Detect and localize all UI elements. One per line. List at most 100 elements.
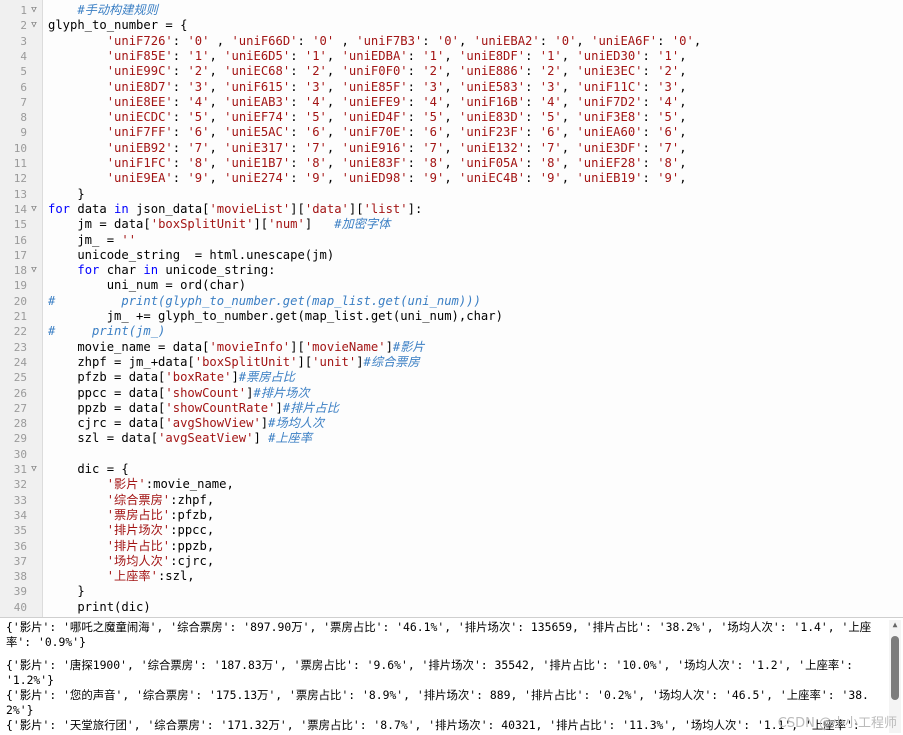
string-token: '1' <box>657 48 680 63</box>
code-token: , <box>326 64 342 79</box>
code-text: print(dic) <box>48 600 150 615</box>
line-number: 26 <box>13 386 27 400</box>
code-token: ppcc = data[ <box>48 385 166 400</box>
line-number: 33 <box>13 493 27 507</box>
code-token: :ppcc, <box>170 523 215 538</box>
code-token: glyph_to_number = { <box>48 18 188 33</box>
line-number: 22 <box>13 325 27 339</box>
string-token: 'uniEB92' <box>106 140 173 155</box>
code-text: 'uniE8D7': '3', 'uniF615': '3', 'uniE85F… <box>48 80 687 95</box>
string-token: 'uniE3EC' <box>576 64 643 79</box>
comment-token: #影片 <box>392 339 425 354</box>
string-token: 'uniE583' <box>459 79 526 94</box>
string-token: '5' <box>187 110 210 125</box>
string-token: '1' <box>539 48 562 63</box>
line-number: 30 <box>13 447 27 461</box>
code-text: uni_num = ord(char) <box>48 278 246 293</box>
line-number: 35 <box>13 524 27 538</box>
string-token: '5' <box>657 110 680 125</box>
comment-token: #票房占比 <box>238 370 295 385</box>
string-token: '3' <box>187 79 210 94</box>
string-token: 'uniEF28' <box>576 156 643 170</box>
code-text: cjrc = data['avgShowView']#场均人次 <box>48 416 324 431</box>
code-token: : <box>525 125 540 140</box>
code-token: , <box>209 94 225 109</box>
code-token: , <box>561 156 577 170</box>
string-token: 'uniF16B' <box>459 94 526 109</box>
string-token: '6' <box>187 125 210 140</box>
code-editor[interactable]: 1 ▽ #手动构建规则 2 ▽ glyph_to_number = {3 'uniF72… <box>0 0 903 618</box>
code-token: : <box>525 48 540 63</box>
output-line: {'影片': '天堂旅行团', '综合票房': '171.32万', '票房占比… <box>6 718 860 732</box>
string-token: '0' <box>671 33 694 48</box>
string-token: 'uniEF74' <box>224 110 291 125</box>
string-token: 'uniE8DF' <box>459 48 526 63</box>
scrollbar-thumb[interactable] <box>891 636 899 700</box>
code-token: : <box>407 140 423 155</box>
code-line: 25 pfzb = data['boxRate']#票房占比 <box>0 370 903 385</box>
code-line: 3 'uniF726': '0' , 'uniF66D': '0' , 'uni… <box>0 34 903 49</box>
code-token: : <box>407 94 423 109</box>
code-token: ][ <box>348 201 364 216</box>
code-token: , <box>561 48 577 63</box>
code-text: '影片':movie_name, <box>48 477 234 492</box>
code-token: :zhpf, <box>170 492 215 507</box>
fold-toggle-icon[interactable]: ▽ <box>28 263 40 278</box>
code-text: pfzb = data['boxRate']#票房占比 <box>48 370 295 385</box>
code-token: : <box>407 79 423 94</box>
string-token: '7' <box>422 140 445 155</box>
line-number: 20 <box>13 294 27 308</box>
code-token: : <box>642 64 658 79</box>
keyword-token: for <box>48 201 71 216</box>
string-token: '6' <box>539 125 562 140</box>
string-token: '8' <box>187 156 210 170</box>
code-line: 7 'uniE8EE': '4', 'uniEAB3': '4', 'uniEF… <box>0 95 903 110</box>
code-token: , <box>209 33 232 48</box>
code-line: 34 '票房占比':pfzb, <box>0 508 903 523</box>
code-line: 24 zhpf = jm_+data['boxSplitUnit']['unit… <box>0 355 903 370</box>
code-token: : <box>290 94 305 109</box>
fold-toggle-icon[interactable]: ▽ <box>28 3 40 18</box>
line-number: 8 <box>20 111 27 125</box>
code-line: 9 'uniF7FF': '6', 'uniE5AC': '6', 'uniF7… <box>0 125 903 140</box>
code-token: , <box>209 140 225 155</box>
line-number: 27 <box>13 401 27 415</box>
code-text: 'uniF1FC': '8', 'uniE1B7': '8', 'uniE83F… <box>48 156 687 171</box>
fold-toggle-icon[interactable]: ▽ <box>28 18 40 33</box>
line-number: 21 <box>13 310 27 323</box>
fold-toggle-icon[interactable]: ▽ <box>28 462 40 477</box>
code-line: 12 'uniE9EA': '9', 'uniE274': '9', 'uniE… <box>0 171 903 186</box>
code-token: , <box>209 79 225 94</box>
scroll-up-arrow-icon[interactable]: ▲ <box>889 620 901 630</box>
code-token: : <box>172 156 188 170</box>
fold-toggle-icon[interactable]: ▽ <box>28 202 40 217</box>
string-token: 'uniF7B3' <box>356 33 423 48</box>
code-token: , <box>326 48 342 63</box>
code-token: : <box>539 33 555 48</box>
code-token: : <box>290 64 305 79</box>
code-line: 39 } <box>0 584 903 599</box>
code-token: : <box>297 33 313 48</box>
code-token: , <box>679 110 687 125</box>
code-token: ] <box>385 339 393 354</box>
code-token: , <box>561 64 577 79</box>
string-token: 'uniEA60' <box>576 125 643 140</box>
code-text: movie_name = data['movieInfo']['movieNam… <box>48 339 425 355</box>
string-token: '4' <box>187 94 210 109</box>
string-token: 'uniF70E' <box>341 125 408 140</box>
code-line: 14 ▽ for data in json_data['movieList']['d… <box>0 202 903 217</box>
code-token: : <box>290 110 305 125</box>
code-token: : <box>525 171 540 186</box>
code-token: char <box>99 263 144 278</box>
string-token: '0' <box>187 33 210 48</box>
output-line: {'影片': '唐探1900', '综合票房': '187.83万', '票房占… <box>6 658 860 687</box>
line-number: 40 <box>13 600 27 614</box>
code-line: 22 # print(jm_) <box>0 324 903 339</box>
string-token: 'uniE3DF' <box>576 140 643 155</box>
code-token: : <box>525 140 540 155</box>
line-number: 36 <box>13 539 27 553</box>
code-text: 'uniE8EE': '4', 'uniEAB3': '4', 'uniEFE9… <box>48 95 687 110</box>
